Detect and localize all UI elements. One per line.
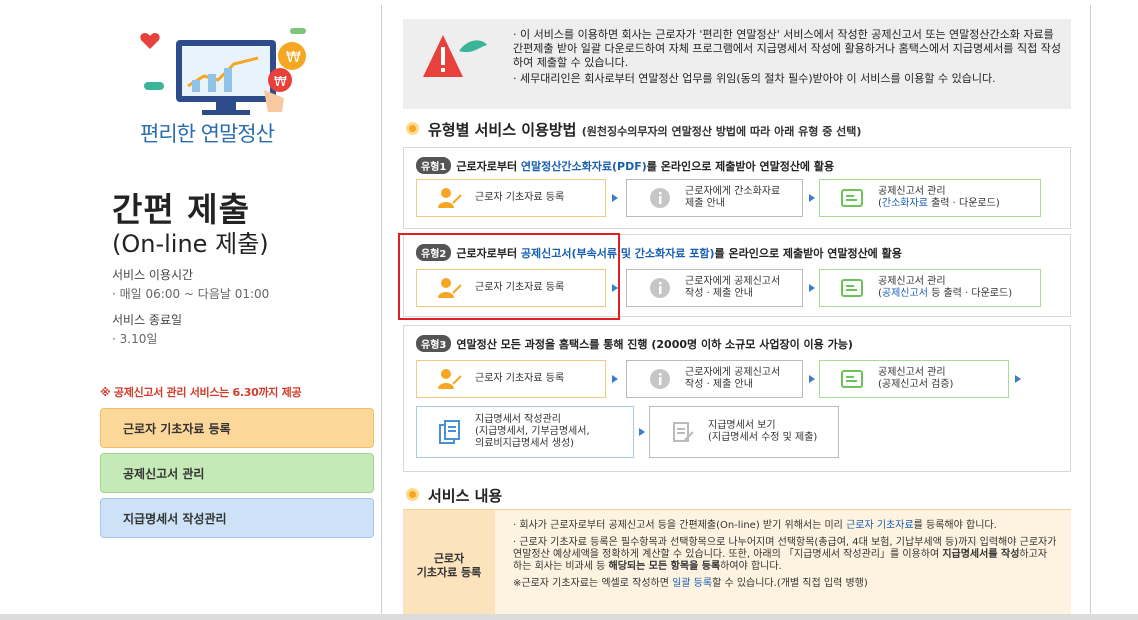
step-label: 지급명세서 보기 (지급명세서 수정 및 제출) [708,420,818,443]
arrow-right-icon [809,284,815,292]
step-label: 지급명세서 작성관리 (지급명세서, 기부금명세서, 의료비지급명세서 생성) [475,414,590,449]
section-heading-methods: 유형별 서비스 이용방법 (원천징수의무자의 연말정산 방법에 따라 아래 유형… [406,119,861,140]
arrow-right-icon [612,375,618,383]
step-label: 근로자에게 공제신고서 작성 · 제출 안내 [685,367,781,390]
bullet-circle-icon [406,122,419,135]
arrow-right-icon [1015,375,1021,383]
type3-step-register[interactable]: 근로자 기초자료 등록 [416,360,606,398]
service-row-text: · 회사가 근로자로부터 공제신고서 등을 간편제출(On-line) 받기 위… [513,520,1058,595]
payment-statement-manage-button[interactable]: 지급명세서 작성관리 [100,498,374,538]
step-label: 근로자 기초자료 등록 [475,373,565,384]
warning-line-2: · 세무대리인은 회사로부터 연말정산 업무를 위임(동의 절차 필수)받아야 … [513,72,996,85]
person-edit-icon [435,366,465,392]
bulk-register-link[interactable]: 일괄 등록 [672,578,712,589]
type3-panel: 유형3 연말정산 모든 과정을 홈택스를 통해 진행 (2000명 이하 소규모 … [403,325,1071,472]
type1-step-manage[interactable]: 공제신고서 관리 (간소화자료 출력 · 다운로드) [819,179,1041,217]
service-paragraph-3: ※근로자 기초자료는 엑셀로 작성하면 일괄 등록할 수 있습니다.(개별 직접… [513,578,868,589]
info-icon [645,275,675,301]
type3-title: 유형3 연말정산 모든 과정을 홈택스를 통해 진행 (2000명 이하 소규모 … [416,335,853,352]
brand-title: 편리한 연말정산 [140,122,275,146]
type1-link[interactable]: 연말정산간소화자료(PDF) [521,160,647,173]
info-icon [645,366,675,392]
service-paragraph-2: · 근로자 기초자료 등록은 필수항목과 선택항목으로 나누어지며 선택항목(총… [513,537,1057,572]
employee-data-link[interactable]: 근로자 기초자료 [846,520,914,531]
svg-text:₩: ₩ [274,75,287,90]
deduction-report-manage-button[interactable]: 공제신고서 관리 [100,453,374,493]
type2-step-guide[interactable]: 근로자에게 공제신고서 작성 · 제출 안내 [626,269,803,307]
bullet-circle-icon [406,488,419,501]
service-end-value: · 3.10일 [112,332,158,346]
document-icon [838,275,868,301]
section-heading-service: 서비스 내용 [406,485,502,506]
type3-step-manage[interactable]: 공제신고서 관리 (공제신고서 검증) [819,360,1009,398]
section-note: (원천징수의무자의 연말정산 방법에 따라 아래 유형 중 선택) [581,125,862,138]
documents-icon [435,419,465,445]
warning-icon [423,35,487,77]
service-row-label: 근로자 기초자료 등록 [403,510,495,620]
arrow-right-icon [639,428,645,436]
document-icon [838,366,868,392]
horizontal-scrollbar[interactable] [0,614,1138,620]
type3-step-statement[interactable]: 지급명세서 작성관리 (지급명세서, 기부금명세서, 의료비지급명세서 생성) [416,406,634,458]
document-edit-icon [668,419,698,445]
type3-step-view[interactable]: 지급명세서 보기 (지급명세서 수정 및 제출) [649,406,839,458]
highlight-frame [398,233,620,320]
service-content-table: 근로자 기초자료 등록 · 회사가 근로자로부터 공제신고서 등을 간편제출(On… [403,509,1071,620]
type3-step-guide[interactable]: 근로자에게 공제신고서 작성 · 제출 안내 [626,360,803,398]
info-icon [645,185,675,211]
type1-post: 를 온라인으로 제출받아 연말정산에 활용 [646,160,835,173]
person-edit-icon [435,185,465,211]
warning-box: · 이 서비스를 이용하면 회사는 근로자가 '편리한 연말정산' 서비스에서 … [403,19,1071,109]
type2-step-manage[interactable]: 공제신고서 관리 (공제신고서 등 출력 · 다운로드) [819,269,1041,307]
warning-text: · 이 서비스를 이용하면 회사는 근로자가 '편리한 연말정산' 서비스에서 … [513,28,1063,88]
step-label: 근로자에게 간소화자료 제출 안내 [685,186,781,209]
page-subtitle: (On-line 제출) [112,230,269,258]
service-end-label: 서비스 종료일 [112,313,183,327]
document-icon [838,185,868,211]
type1-pre: 근로자로부터 [456,160,521,173]
arrow-right-icon [809,194,815,202]
type1-step-guide[interactable]: 근로자에게 간소화자료 제출 안내 [626,179,803,217]
svg-text:₩: ₩ [286,48,301,66]
service-time-label: 서비스 이용시간 [112,268,194,282]
type3-tag: 유형3 [416,335,452,352]
type3-text: 연말정산 모든 과정을 홈택스를 통해 진행 (2000명 이하 소규모 사업장… [456,338,853,351]
arrow-right-icon [612,194,618,202]
step-label: 근로자 기초자료 등록 [475,192,565,203]
type1-panel: 유형1 근로자로부터 연말정산간소화자료(PDF)를 온라인으로 제출받아 연말정… [403,147,1071,229]
type1-tag: 유형1 [416,157,452,174]
step-label: 공제신고서 관리 (공제신고서 검증) [878,367,954,390]
main-content: · 이 서비스를 이용하면 회사는 근로자가 '편리한 연말정산' 서비스에서 … [381,5,1091,620]
left-panel: ₩ ₩ 편리한 연말정산 간편 제출 (On-line 제출) 서비스 이용시간… [0,0,380,620]
type1-title: 유형1 근로자로부터 연말정산간소화자료(PDF)를 온라인으로 제출받아 연말정… [416,157,834,174]
step-label: 공제신고서 관리 (공제신고서 등 출력 · 다운로드) [878,276,1013,299]
warning-line-1: · 이 서비스를 이용하면 회사는 근로자가 '편리한 연말정산' 서비스에서 … [513,28,1061,69]
section-title: 유형별 서비스 이용방법 [428,121,577,139]
section-title: 서비스 내용 [428,487,503,505]
service-paragraph-1: · 회사가 근로자로부터 공제신고서 등을 간편제출(On-line) 받기 위… [513,520,997,531]
type1-step-register[interactable]: 근로자 기초자료 등록 [416,179,606,217]
employee-data-register-button[interactable]: 근로자 기초자료 등록 [100,408,374,448]
type2-post: 를 온라인으로 제출받아 연말정산에 활용 [714,247,902,260]
computer-illustration-icon: ₩ ₩ [140,28,306,115]
step-label: 근로자에게 공제신고서 작성 · 제출 안내 [685,276,781,299]
arrow-right-icon [809,375,815,383]
notice-text: ※ 공제신고서 관리 서비스는 6.30까지 제공 [100,386,302,399]
step-label: 공제신고서 관리 (간소화자료 출력 · 다운로드) [878,186,1000,209]
service-time-value: · 매일 06:00 ~ 다음날 01:00 [112,287,270,301]
